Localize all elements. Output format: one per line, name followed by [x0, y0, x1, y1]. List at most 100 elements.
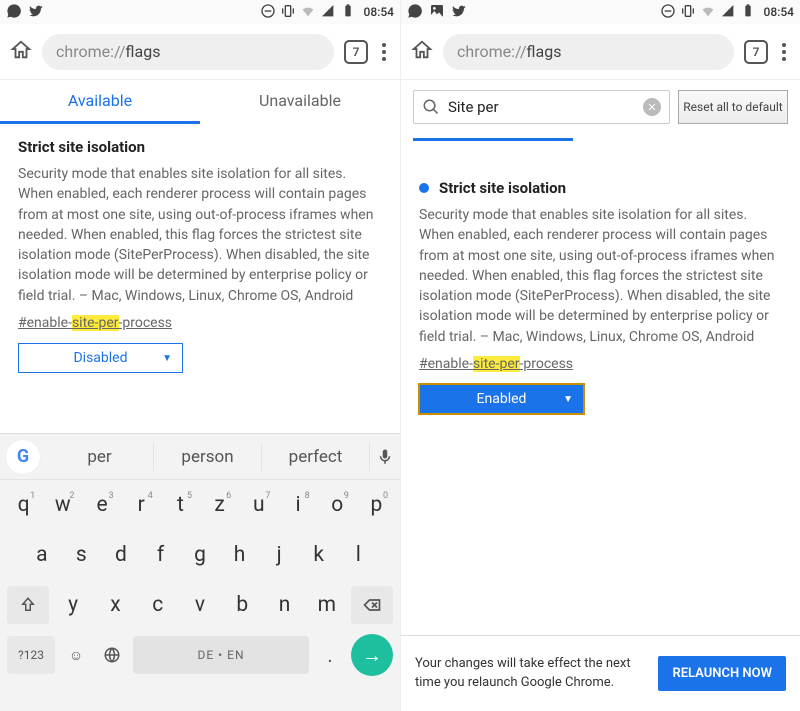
- image-icon: [429, 3, 445, 22]
- key-g[interactable]: g: [182, 543, 218, 567]
- chevron-down-icon: ▼: [162, 353, 172, 364]
- address-bar: chrome://flags 7: [401, 24, 800, 80]
- home-icon[interactable]: [411, 39, 433, 65]
- tab-switcher[interactable]: 7: [344, 40, 368, 64]
- key-x[interactable]: x: [96, 593, 134, 617]
- clear-search-icon[interactable]: ✕: [643, 98, 661, 116]
- flag-description: Security mode that enables site isolatio…: [18, 164, 382, 306]
- globe-key[interactable]: [97, 636, 127, 674]
- key-row-2: a s d f g h j k l: [0, 530, 400, 580]
- flag-anchor-link[interactable]: #enable-site-per-process: [18, 315, 172, 331]
- flag-state-dropdown[interactable]: Disabled ▼: [18, 343, 183, 373]
- key-m[interactable]: m: [308, 593, 346, 617]
- key-v[interactable]: v: [181, 593, 219, 617]
- dropdown-value: Disabled: [73, 350, 127, 366]
- reset-all-button[interactable]: Reset all to default: [678, 90, 788, 124]
- key-y[interactable]: y: [54, 593, 92, 617]
- url-path: flags: [125, 42, 160, 61]
- search-icon: [422, 98, 440, 116]
- screenshot-right: 08:54 chrome://flags 7 Site per ✕ Reset …: [400, 0, 800, 711]
- tab-available[interactable]: Available: [0, 80, 200, 124]
- url-path: flags: [526, 42, 561, 61]
- key-b[interactable]: b: [223, 593, 261, 617]
- relaunch-button[interactable]: RELAUNCH NOW: [658, 656, 786, 692]
- mic-icon[interactable]: [370, 448, 400, 466]
- suggestion-3[interactable]: perfect: [262, 443, 370, 471]
- key-a[interactable]: a: [24, 543, 60, 567]
- search-value: Site per: [448, 98, 635, 116]
- search-row: Site per ✕ Reset all to default: [401, 80, 800, 128]
- key-row-1: q1 w2 e3 r4 t5 z6 u7 i8 o9 p0: [0, 480, 400, 530]
- emoji-key[interactable]: ☺: [61, 636, 91, 674]
- signal-icon: [320, 3, 336, 22]
- key-row-3: y x c v b n m: [0, 580, 400, 630]
- battery-icon: [340, 3, 356, 22]
- key-o[interactable]: o9: [320, 493, 355, 517]
- chevron-down-icon: ▼: [563, 394, 573, 405]
- statusbar: 08:54: [401, 0, 800, 24]
- twitter-icon: [451, 3, 467, 22]
- flag-entry: Strict site isolation Security mode that…: [401, 141, 800, 428]
- status-time: 08:54: [364, 5, 394, 19]
- key-k[interactable]: k: [301, 543, 337, 567]
- overflow-menu-icon[interactable]: [778, 39, 790, 65]
- status-time: 08:54: [764, 5, 794, 19]
- wifi-icon: [300, 3, 316, 22]
- key-c[interactable]: c: [139, 593, 177, 617]
- twitter-icon: [28, 3, 44, 22]
- key-r[interactable]: r4: [124, 493, 159, 517]
- flag-state-dropdown[interactable]: Enabled ▼: [419, 384, 584, 414]
- url-prefix: chrome://: [56, 42, 125, 61]
- backspace-key[interactable]: [351, 586, 393, 624]
- key-t[interactable]: t5: [163, 493, 198, 517]
- spacebar[interactable]: DE • EN: [133, 636, 309, 674]
- flag-tabs: Available Unavailable: [0, 80, 400, 124]
- key-z[interactable]: z6: [202, 493, 237, 517]
- key-j[interactable]: j: [261, 543, 297, 567]
- key-l[interactable]: l: [341, 543, 377, 567]
- key-d[interactable]: d: [103, 543, 139, 567]
- tab-unavailable[interactable]: Unavailable: [200, 80, 400, 124]
- enter-key[interactable]: →: [351, 634, 393, 676]
- numeric-key[interactable]: ?123: [7, 636, 55, 674]
- flags-search-input[interactable]: Site per ✕: [413, 90, 670, 124]
- key-i[interactable]: i8: [280, 493, 315, 517]
- key-w[interactable]: w2: [45, 493, 80, 517]
- key-f[interactable]: f: [143, 543, 179, 567]
- period-key[interactable]: .: [315, 636, 345, 674]
- overflow-menu-icon[interactable]: [378, 39, 390, 65]
- flag-anchor-link[interactable]: #enable-site-per-process: [419, 356, 573, 372]
- suggestion-2[interactable]: person: [154, 443, 262, 471]
- statusbar: 08:54: [0, 0, 400, 24]
- flag-title: Strict site isolation: [18, 138, 382, 156]
- vibrate-icon: [680, 3, 696, 22]
- home-icon[interactable]: [10, 39, 32, 65]
- suggestion-1[interactable]: per: [46, 443, 154, 471]
- key-s[interactable]: s: [64, 543, 100, 567]
- flag-description: Security mode that enables site isolatio…: [419, 205, 782, 347]
- omnibox[interactable]: chrome://flags: [443, 34, 734, 70]
- google-icon[interactable]: G: [6, 440, 40, 474]
- flag-title: Strict site isolation: [419, 179, 782, 197]
- address-bar: chrome://flags 7: [0, 24, 400, 80]
- key-u[interactable]: u7: [241, 493, 276, 517]
- signal-icon: [720, 3, 736, 22]
- key-q[interactable]: q1: [6, 493, 41, 517]
- screenshot-left: 08:54 chrome://flags 7 Available Unavail…: [0, 0, 400, 711]
- omnibox[interactable]: chrome://flags: [42, 34, 334, 70]
- modified-dot-icon: [419, 183, 429, 193]
- key-row-4: ?123 ☺ DE • EN . →: [0, 630, 400, 680]
- shift-key[interactable]: [7, 586, 49, 624]
- tab-switcher[interactable]: 7: [744, 40, 768, 64]
- soft-keyboard: G per person perfect q1 w2 e3 r4 t5 z6 u…: [0, 433, 400, 711]
- dnd-icon: [660, 3, 676, 22]
- relaunch-message: Your changes will take effect the next t…: [415, 655, 646, 691]
- key-h[interactable]: h: [222, 543, 258, 567]
- key-e[interactable]: e3: [84, 493, 119, 517]
- battery-icon: [740, 3, 756, 22]
- dnd-icon: [260, 3, 276, 22]
- dropdown-value: Enabled: [477, 391, 527, 407]
- key-n[interactable]: n: [265, 593, 303, 617]
- whatsapp-icon: [6, 3, 22, 22]
- key-p[interactable]: p0: [359, 493, 394, 517]
